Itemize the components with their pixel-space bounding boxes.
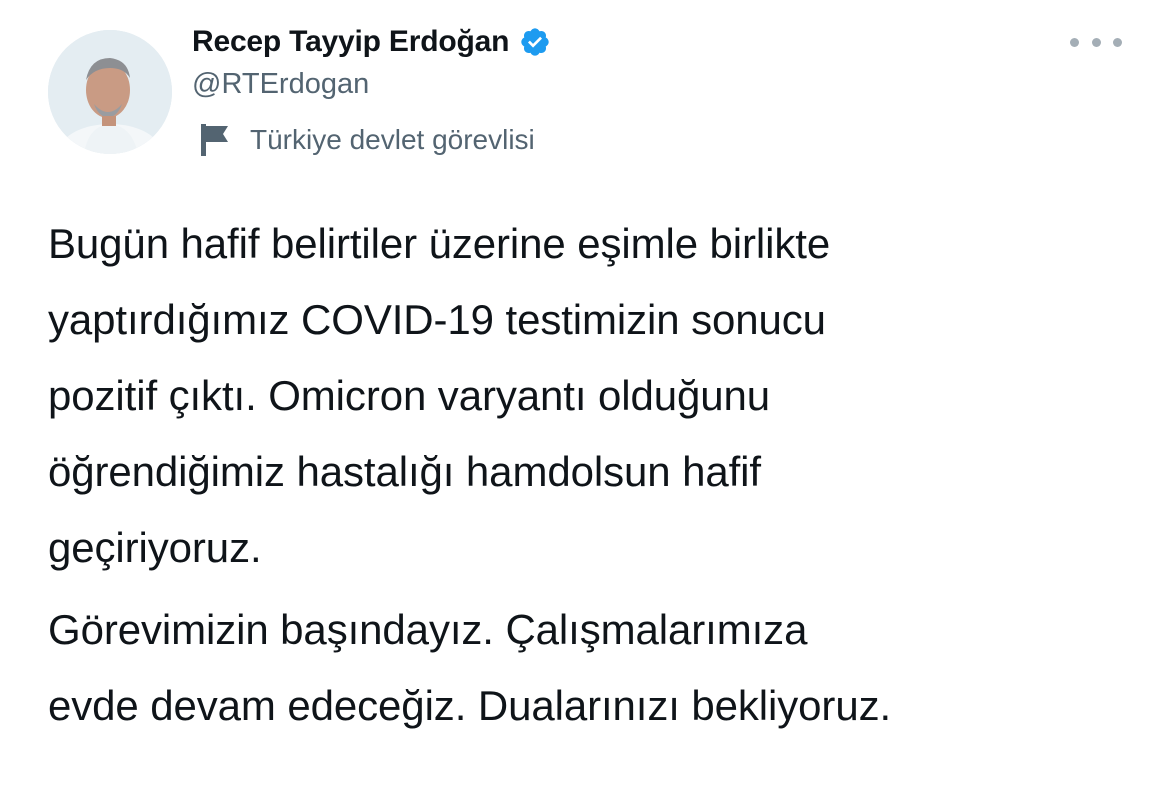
more-options-icon-dot <box>1091 37 1101 47</box>
verified-badge-icon <box>519 26 551 58</box>
avatar-image <box>48 30 172 154</box>
account-label: Türkiye devlet görevlisi <box>250 124 535 155</box>
tweet-card: Recep Tayyip Erdoğan @RTErdogan Türkiye … <box>0 0 1161 805</box>
user-handle[interactable]: @RTErdogan <box>192 68 369 101</box>
tweet-text-line: geçiriyoruz. <box>48 524 262 571</box>
tweet-text-line: Bugün hafif belirtiler üzerine eşimle bi… <box>48 220 831 267</box>
flag-icon <box>198 122 232 158</box>
tweet-text-line: evde devam edeceğiz. Dualarınızı bekliyo… <box>48 682 892 729</box>
tweet-text-line: Görevimizin başındayız. Çalışmalarımıza <box>48 606 808 653</box>
tweet-text-line: öğrendiğimiz hastalığı hamdolsun hafif <box>48 448 761 495</box>
name-row: Recep Tayyip Erdoğan <box>192 22 551 62</box>
tweet-paragraph-2: Görevimizin başındayız. Çalışmalarımıza … <box>48 592 891 744</box>
more-options-icon <box>1070 37 1079 47</box>
display-name[interactable]: Recep Tayyip Erdoğan <box>192 25 509 59</box>
tweet-text-line: yaptırdığımız COVID-19 testimizin sonucu <box>48 296 826 343</box>
tweet-paragraph-1: Bugün hafif belirtiler üzerine eşimle bi… <box>48 206 830 586</box>
tweet-text-line: pozitif çıktı. Omicron varyantı olduğunu <box>48 372 770 419</box>
account-label-row: Türkiye devlet görevlisi <box>198 120 535 160</box>
more-options-button[interactable] <box>1070 30 1122 54</box>
avatar[interactable] <box>48 30 172 154</box>
more-options-icon-dot <box>1113 37 1122 47</box>
